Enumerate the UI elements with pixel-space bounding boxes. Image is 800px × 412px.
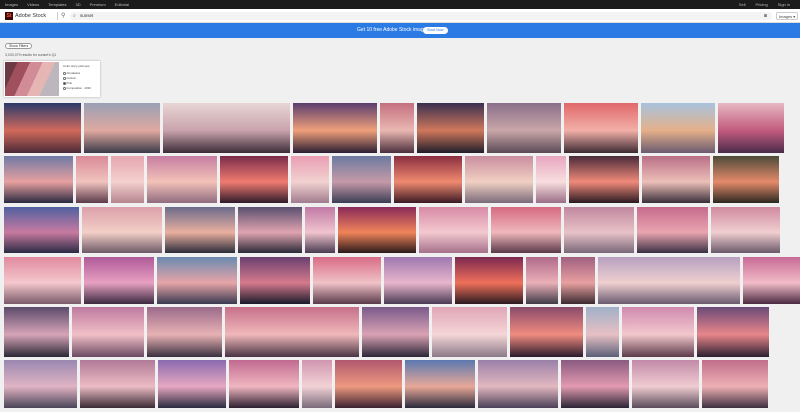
image-thumbnail[interactable] [526,257,558,304]
image-thumbnail[interactable] [4,307,69,357]
image-thumbnail[interactable] [564,103,638,153]
image-thumbnail[interactable] [455,257,523,304]
image-thumbnail[interactable] [536,156,566,203]
image-thumbnail[interactable] [598,257,740,304]
image-results-grid [0,0,800,412]
image-thumbnail[interactable] [72,307,144,357]
image-thumbnail[interactable] [229,360,299,408]
image-thumbnail[interactable] [419,207,488,253]
image-thumbnail[interactable] [569,156,639,203]
image-thumbnail[interactable] [713,156,779,203]
image-thumbnail[interactable] [417,103,484,153]
image-thumbnail[interactable] [487,103,561,153]
image-thumbnail[interactable] [84,257,154,304]
image-thumbnail[interactable] [384,257,452,304]
image-thumbnail[interactable] [157,257,237,304]
image-thumbnail[interactable] [718,103,784,153]
image-thumbnail[interactable] [80,360,155,408]
image-thumbnail[interactable] [147,307,222,357]
image-thumbnail[interactable] [111,156,144,203]
image-thumbnail[interactable] [637,207,708,253]
image-thumbnail[interactable] [697,307,769,357]
image-thumbnail[interactable] [380,103,414,153]
image-thumbnail[interactable] [335,360,402,408]
image-thumbnail[interactable] [586,307,619,357]
image-thumbnail[interactable] [291,156,329,203]
image-thumbnail[interactable] [478,360,558,408]
image-thumbnail[interactable] [147,156,217,203]
image-thumbnail[interactable] [702,360,768,408]
image-thumbnail[interactable] [465,156,533,203]
image-thumbnail[interactable] [313,257,381,304]
image-thumbnail[interactable] [220,156,288,203]
image-thumbnail[interactable] [4,207,79,253]
image-thumbnail[interactable] [561,360,629,408]
image-thumbnail[interactable] [405,360,475,408]
image-thumbnail[interactable] [305,207,335,253]
image-thumbnail[interactable] [362,307,429,357]
image-thumbnail[interactable] [338,207,416,253]
image-thumbnail[interactable] [4,360,77,408]
image-thumbnail[interactable] [432,307,507,357]
image-thumbnail[interactable] [4,257,81,304]
image-thumbnail[interactable] [84,103,160,153]
image-thumbnail[interactable] [622,307,694,357]
image-thumbnail[interactable] [641,103,715,153]
image-thumbnail[interactable] [743,257,800,304]
image-thumbnail[interactable] [4,103,81,153]
image-thumbnail[interactable] [163,103,290,153]
image-thumbnail[interactable] [394,156,462,203]
image-thumbnail[interactable] [158,360,226,408]
image-thumbnail[interactable] [225,307,359,357]
image-thumbnail[interactable] [332,156,391,203]
image-thumbnail[interactable] [711,207,780,253]
image-thumbnail[interactable] [510,307,583,357]
image-thumbnail[interactable] [491,207,561,253]
image-thumbnail[interactable] [293,103,377,153]
image-thumbnail[interactable] [4,156,73,203]
image-thumbnail[interactable] [165,207,235,253]
image-thumbnail[interactable] [240,257,310,304]
image-thumbnail[interactable] [82,207,162,253]
image-thumbnail[interactable] [302,360,332,408]
image-thumbnail[interactable] [564,207,634,253]
image-thumbnail[interactable] [561,257,595,304]
image-thumbnail[interactable] [642,156,710,203]
image-thumbnail[interactable] [238,207,302,253]
image-thumbnail[interactable] [632,360,699,408]
image-thumbnail[interactable] [76,156,108,203]
